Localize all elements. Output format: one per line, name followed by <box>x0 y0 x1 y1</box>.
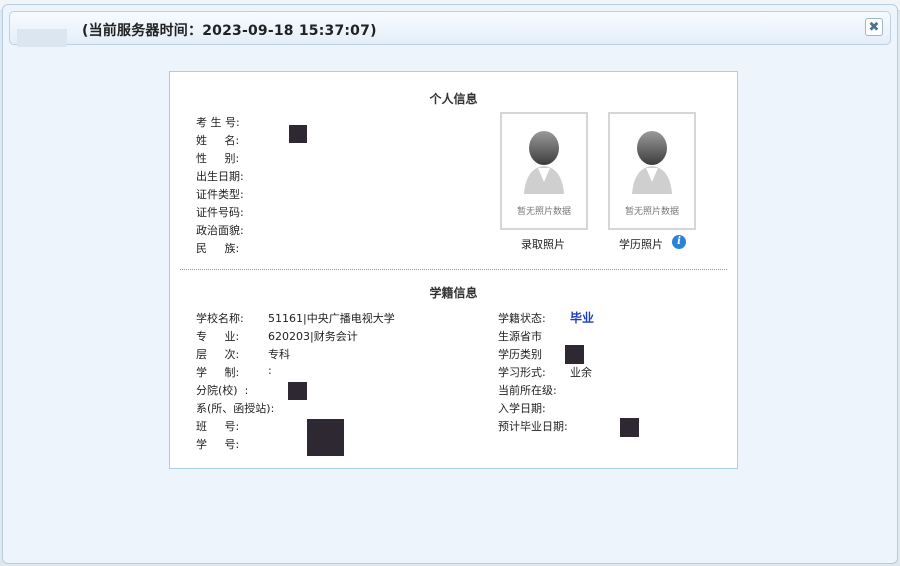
label-enrollment-date: 入学日期: <box>498 402 546 415</box>
education-photo-caption: 学历照片 <box>619 238 663 251</box>
close-button[interactable]: ✖ <box>865 18 883 36</box>
label-major: 专 业: <box>196 330 240 343</box>
education-photo: 暂无照片数据 <box>608 112 696 230</box>
label-id-type: 证件类型: <box>196 188 244 201</box>
academic-info-title: 学籍信息 <box>429 286 478 300</box>
admission-photo-caption: 录取照片 <box>521 238 565 251</box>
label-ethnicity: 民 族: <box>196 242 240 255</box>
student-info-dialog: (当前服务器时间：2023-09-18 15:37:07) ✖ 个人信息 考 生… <box>2 4 898 564</box>
redacted-name <box>289 125 307 143</box>
no-photo-text: 暂无照片数据 <box>624 207 679 217</box>
label-student-number: 学 号: <box>196 438 240 451</box>
value-status: 毕业 <box>570 311 595 325</box>
label-school-name: 学校名称: <box>196 312 244 325</box>
person-placeholder-icon <box>632 131 672 194</box>
label-study-mode: 学习形式: <box>498 366 546 379</box>
label-department: 系(所、函授站): <box>196 402 275 415</box>
redacted-branch-school <box>288 382 307 400</box>
label-id-number: 证件号码: <box>196 206 244 219</box>
header-tab <box>17 29 67 47</box>
label-name: 姓 名: <box>196 134 240 147</box>
info-icon[interactable]: i <box>672 235 686 249</box>
label-status: 学籍状态: <box>498 312 546 325</box>
server-time: (当前服务器时间：2023-09-18 15:37:07) <box>82 23 377 39</box>
label-current-grade: 当前所在级: <box>498 384 557 397</box>
personal-info-title: 个人信息 <box>429 92 478 106</box>
value-school-name: 51161|中央广播电视大学 <box>268 312 395 325</box>
value-study-mode: 业余 <box>570 366 592 379</box>
label-education-type: 学历类别 <box>498 348 542 361</box>
label-exam-number: 考 生 号: <box>196 116 240 129</box>
redacted-class-student-number <box>307 419 344 456</box>
no-photo-text: 暂无照片数据 <box>516 207 571 217</box>
label-gender: 性 别: <box>196 152 240 165</box>
label-class-number: 班 号: <box>196 420 240 433</box>
label-birth-date: 出生日期: <box>196 170 244 183</box>
person-placeholder-icon <box>524 131 564 194</box>
section-divider <box>180 269 727 270</box>
redacted-education-type <box>565 345 584 364</box>
label-expected-graduation: 预计毕业日期: <box>498 420 568 433</box>
label-duration: 学 制: <box>196 366 240 379</box>
info-panel: 个人信息 考 生 号: 姓 名: 性 别: 出生日期: 证件类型: 证件号码: … <box>169 71 738 469</box>
redacted-graduation-date <box>620 418 639 437</box>
close-icon: ✖ <box>868 20 880 35</box>
value-duration: : <box>268 364 272 377</box>
value-level: 专科 <box>268 348 290 361</box>
label-level: 层 次: <box>196 348 240 361</box>
label-branch-school: 分院(校) : <box>196 384 249 397</box>
admission-photo: 暂无照片数据 <box>500 112 588 230</box>
label-origin-province: 生源省市 <box>498 330 542 343</box>
label-political-status: 政治面貌: <box>196 224 244 237</box>
dialog-header: (当前服务器时间：2023-09-18 15:37:07) ✖ <box>9 11 891 45</box>
value-major: 620203|财务会计 <box>268 330 358 343</box>
